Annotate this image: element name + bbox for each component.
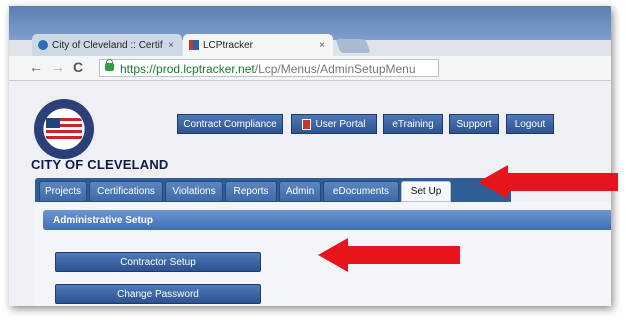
- user-portal-label: User Portal: [315, 118, 366, 130]
- contract-compliance-button[interactable]: Contract Compliance: [177, 114, 283, 134]
- logout-button[interactable]: Logout: [506, 114, 554, 134]
- url-host: https://prod.lcptracker.net: [120, 62, 255, 76]
- contractor-setup-button[interactable]: Contractor Setup: [55, 252, 261, 272]
- browser-tab-lcptracker[interactable]: LCPtracker ×: [183, 34, 333, 56]
- browser-tab-label: City of Cleveland :: Certif: [52, 39, 163, 51]
- back-icon[interactable]: ←: [29, 59, 43, 75]
- lock-icon: [105, 59, 114, 71]
- screenshot-frame: City of Cleveland :: Certif × LCPtracker…: [9, 6, 611, 306]
- panel-title: Administrative Setup: [43, 210, 611, 230]
- tab-admin[interactable]: Admin: [279, 181, 321, 202]
- tab-violations[interactable]: Violations: [165, 181, 223, 202]
- annotation-arrow-icon: [318, 238, 460, 272]
- city-seal-logo: [34, 99, 94, 159]
- tab-set-up[interactable]: Set Up: [401, 181, 451, 202]
- user-portal-button[interactable]: User Portal: [291, 114, 377, 134]
- browser-tab-label: LCPtracker: [203, 39, 254, 51]
- reload-icon[interactable]: C: [73, 59, 83, 75]
- new-tab-button[interactable]: [335, 39, 371, 53]
- change-password-button[interactable]: Change Password: [55, 284, 261, 304]
- lcptracker-favicon-icon: [189, 40, 199, 50]
- etraining-button[interactable]: eTraining: [383, 114, 443, 134]
- tab-projects[interactable]: Projects: [39, 181, 87, 202]
- address-bar[interactable]: https://prod.lcptracker.net/Lcp/Menus/Ad…: [99, 59, 439, 77]
- forward-icon[interactable]: →: [51, 59, 65, 75]
- globe-icon: [38, 40, 48, 50]
- close-icon[interactable]: ×: [319, 40, 325, 51]
- tab-certifications[interactable]: Certifications: [89, 181, 163, 202]
- url-path: /Lcp/Menus/AdminSetupMenu: [254, 62, 416, 76]
- browser-tab-cleveland[interactable]: City of Cleveland :: Certif ×: [32, 34, 182, 56]
- flag-icon: [46, 118, 82, 140]
- user-portal-icon: [302, 118, 312, 130]
- tab-reports[interactable]: Reports: [225, 181, 277, 202]
- support-button[interactable]: Support: [449, 114, 499, 134]
- city-name: CITY OF CLEVELAND: [31, 157, 169, 172]
- main-nav-tabs: Projects Certifications Violations Repor…: [35, 178, 511, 202]
- annotation-arrow-icon: [478, 165, 618, 199]
- close-icon[interactable]: ×: [168, 40, 174, 51]
- tab-edocuments[interactable]: eDocuments: [323, 181, 399, 202]
- browser-toolbar: ← → C https://prod.lcptracker.net/Lcp/Me…: [9, 56, 611, 81]
